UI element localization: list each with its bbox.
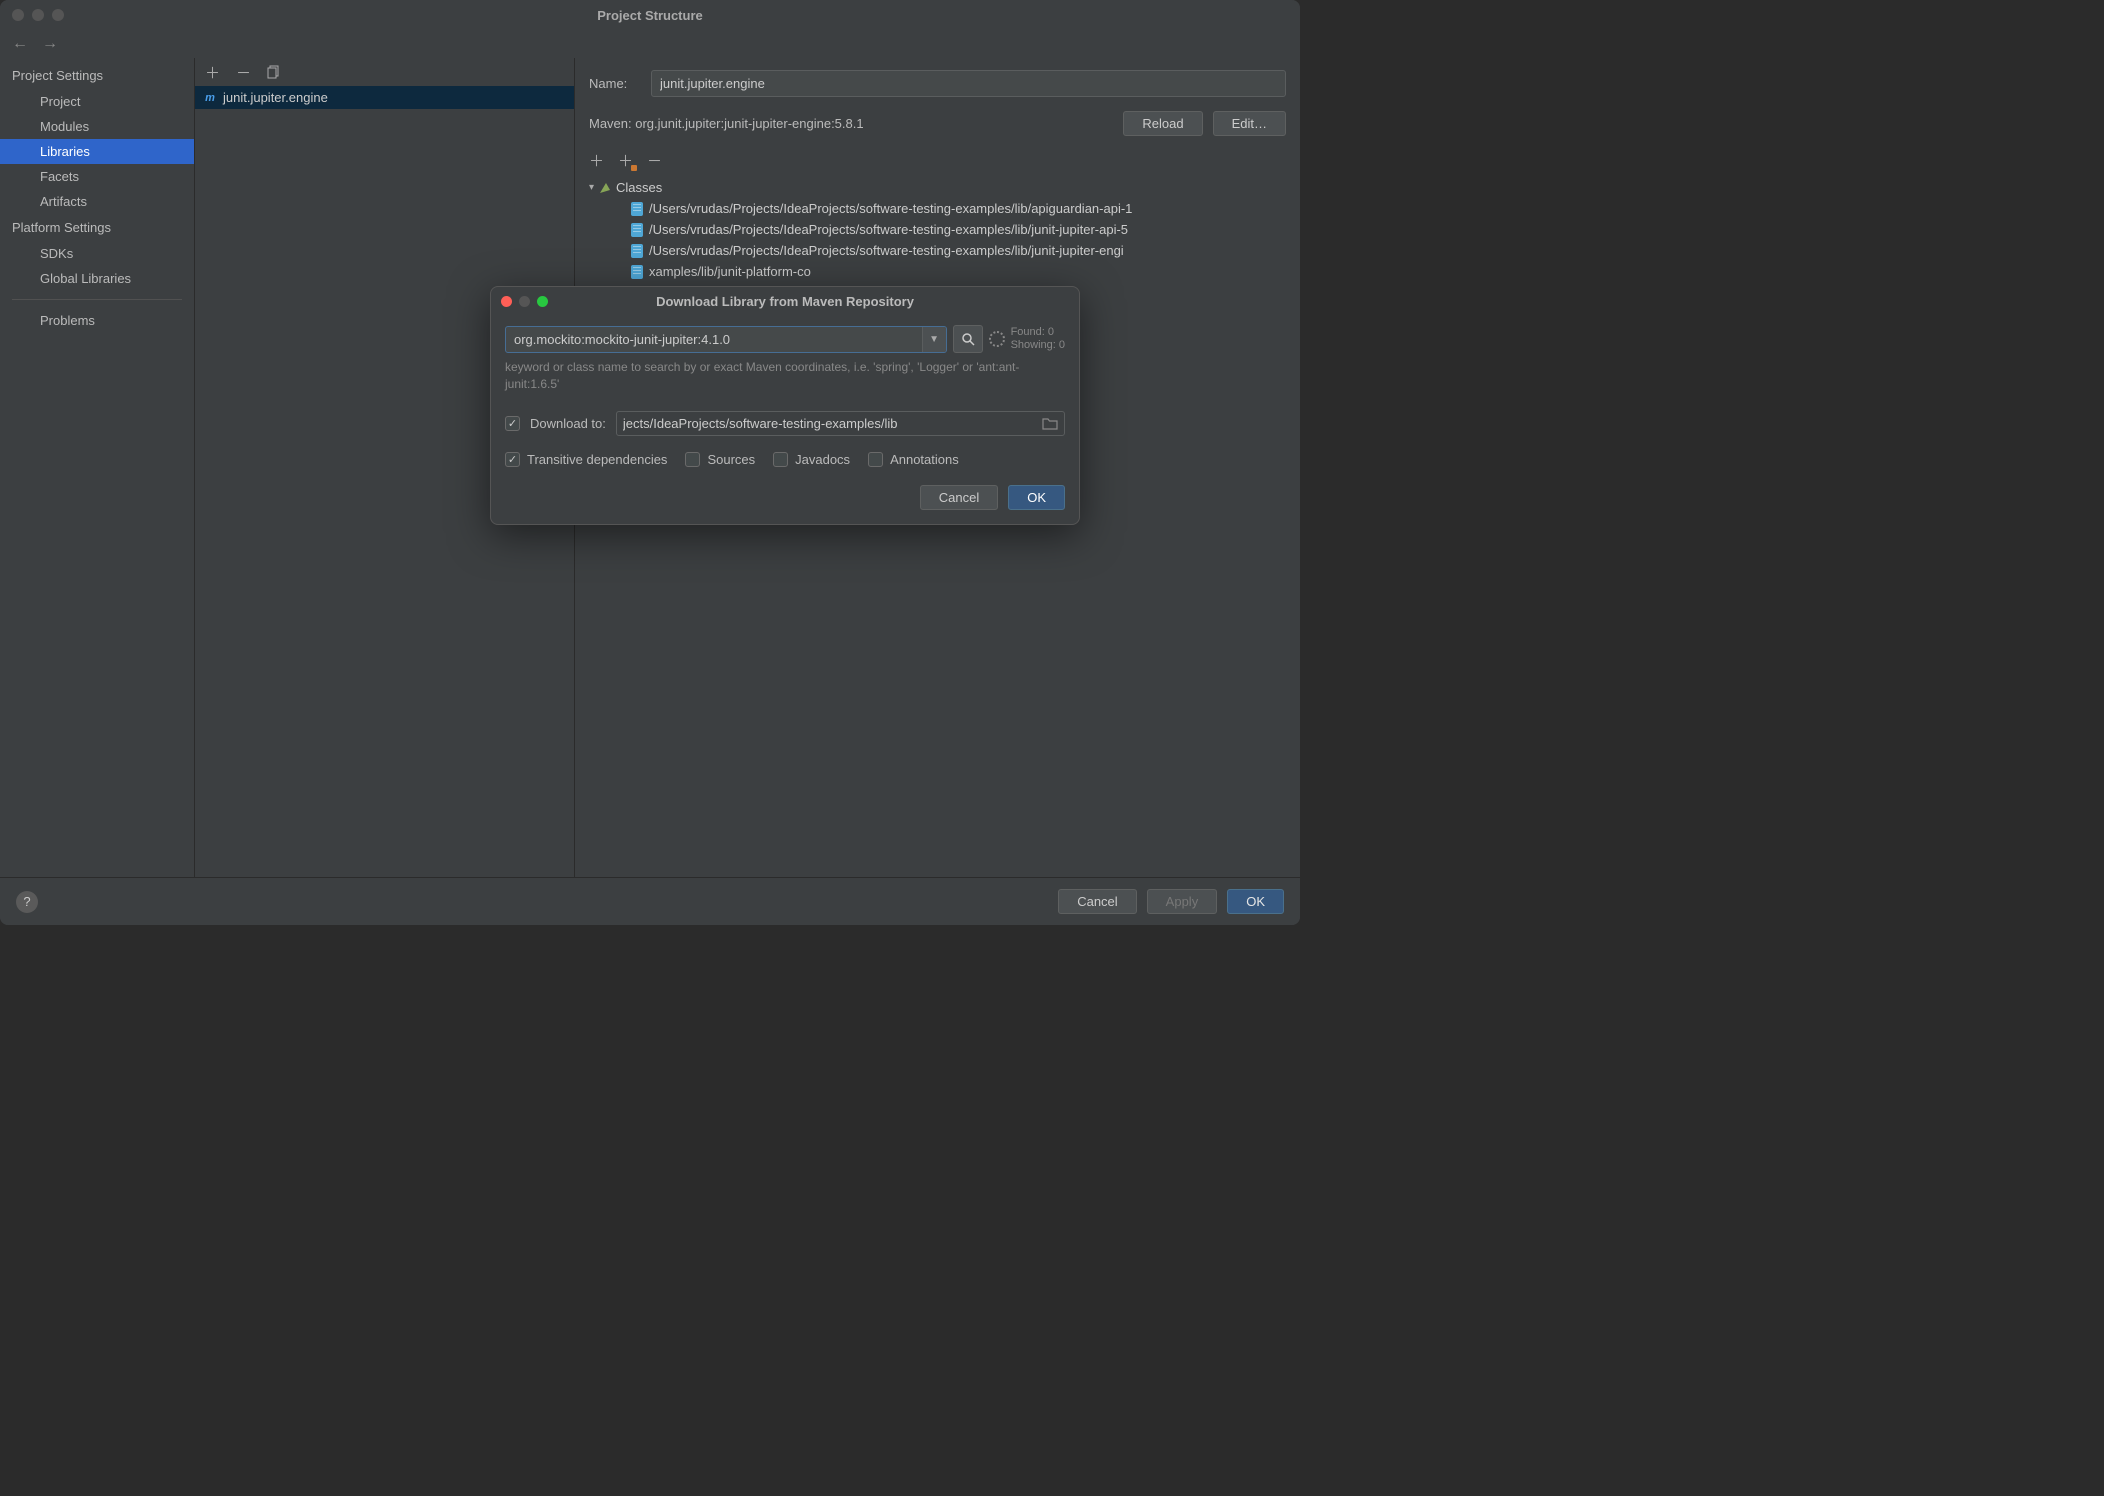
jar-path-item[interactable]: /Users/vrudas/Projects/IdeaProjects/soft… xyxy=(589,198,1286,219)
maven-coords-text: Maven: org.junit.jupiter:junit-jupiter-e… xyxy=(589,116,1113,131)
platform-settings-header: Platform Settings xyxy=(0,214,194,241)
help-icon[interactable]: ? xyxy=(16,891,38,913)
dialog-zoom-icon[interactable] xyxy=(537,296,548,307)
maven-coords-row: Maven: org.junit.jupiter:junit-jupiter-e… xyxy=(589,111,1286,136)
back-icon[interactable]: ← xyxy=(12,35,28,53)
add-root-alt-icon[interactable]: ＋ xyxy=(618,150,633,171)
dialog-body: ▼ Found: 0 Showing: 0 keyword or class n… xyxy=(491,315,1079,467)
dialog-window-controls xyxy=(501,296,548,307)
sources-group: Sources xyxy=(685,452,755,467)
classes-toolbar: ＋ ＋ － xyxy=(589,148,1286,177)
jar-icon xyxy=(631,202,643,216)
sources-label: Sources xyxy=(707,452,755,467)
sidebar-item-artifacts[interactable]: Artifacts xyxy=(0,189,194,214)
titlebar: Project Structure xyxy=(0,0,1300,30)
sidebar-item-libraries[interactable]: Libraries xyxy=(0,139,194,164)
download-to-path: jects/IdeaProjects/software-testing-exam… xyxy=(623,416,1036,431)
jar-icon xyxy=(631,265,643,279)
classes-node[interactable]: ▾ Classes xyxy=(589,177,1286,198)
jar-path-item[interactable]: /Users/vrudas/Projects/IdeaProjects/soft… xyxy=(589,219,1286,240)
dialog-titlebar: Download Library from Maven Repository xyxy=(491,287,1079,315)
name-label: Name: xyxy=(589,76,639,91)
add-root-icon[interactable]: ＋ xyxy=(589,150,604,171)
window-footer: ? Cancel Apply OK xyxy=(0,877,1300,925)
sources-checkbox[interactable] xyxy=(685,452,700,467)
name-row: Name: xyxy=(589,70,1286,97)
maven-search-input[interactable] xyxy=(506,327,922,352)
download-to-checkbox[interactable] xyxy=(505,416,520,431)
reload-button[interactable]: Reload xyxy=(1123,111,1202,136)
browse-folder-icon[interactable] xyxy=(1042,417,1058,430)
loading-spinner-icon xyxy=(989,331,1005,347)
javadocs-label: Javadocs xyxy=(795,452,850,467)
library-list-toolbar: ＋ － xyxy=(195,58,574,86)
chevron-down-icon: ▾ xyxy=(589,182,594,193)
project-settings-header: Project Settings xyxy=(0,62,194,89)
library-item-label: junit.jupiter.engine xyxy=(223,90,328,105)
sidebar-item-sdks[interactable]: SDKs xyxy=(0,241,194,266)
transitive-checkbox[interactable] xyxy=(505,452,520,467)
dialog-ok-button[interactable]: OK xyxy=(1008,485,1065,510)
dialog-footer: Cancel OK xyxy=(491,467,1079,510)
footer-apply-button[interactable]: Apply xyxy=(1147,889,1218,914)
edit-button[interactable]: Edit… xyxy=(1213,111,1286,136)
search-button[interactable] xyxy=(953,325,983,353)
transitive-label: Transitive dependencies xyxy=(527,452,667,467)
dropdown-icon[interactable]: ▼ xyxy=(922,327,946,352)
nav-toolbar: ← → xyxy=(0,30,1300,58)
search-row: ▼ Found: 0 Showing: 0 xyxy=(505,325,1065,353)
sidebar-divider xyxy=(12,299,182,300)
zoom-window-icon[interactable] xyxy=(52,9,64,21)
dialog-close-icon[interactable] xyxy=(501,296,512,307)
close-window-icon[interactable] xyxy=(12,9,24,21)
copy-library-icon[interactable] xyxy=(267,65,281,79)
library-item[interactable]: m junit.jupiter.engine xyxy=(195,86,574,109)
dialog-minimize-icon xyxy=(519,296,530,307)
sidebar-item-modules[interactable]: Modules xyxy=(0,114,194,139)
transitive-group: Transitive dependencies xyxy=(505,452,667,467)
search-hint: keyword or class name to search by or ex… xyxy=(505,359,1065,393)
download-to-field[interactable]: jects/IdeaProjects/software-testing-exam… xyxy=(616,411,1065,436)
javadocs-group: Javadocs xyxy=(773,452,850,467)
download-to-label: Download to: xyxy=(530,416,606,431)
sidebar: Project Settings Project Modules Librari… xyxy=(0,58,195,877)
footer-ok-button[interactable]: OK xyxy=(1227,889,1284,914)
annotations-group: Annotations xyxy=(868,452,959,467)
window-title: Project Structure xyxy=(597,8,702,23)
add-library-icon[interactable]: ＋ xyxy=(205,62,220,83)
found-count: Found: 0 xyxy=(1011,326,1065,339)
options-row: Transitive dependencies Sources Javadocs… xyxy=(505,452,1065,467)
jar-icon xyxy=(631,223,643,237)
minimize-window-icon[interactable] xyxy=(32,9,44,21)
maven-search-combo[interactable]: ▼ xyxy=(505,326,947,353)
footer-cancel-button[interactable]: Cancel xyxy=(1058,889,1136,914)
sidebar-item-facets[interactable]: Facets xyxy=(0,164,194,189)
sidebar-item-project[interactable]: Project xyxy=(0,89,194,114)
download-to-row: Download to: jects/IdeaProjects/software… xyxy=(505,411,1065,436)
dialog-cancel-button[interactable]: Cancel xyxy=(920,485,998,510)
javadocs-checkbox[interactable] xyxy=(773,452,788,467)
maven-icon: m xyxy=(203,91,217,105)
dialog-title: Download Library from Maven Repository xyxy=(656,294,914,309)
search-status: Found: 0 Showing: 0 xyxy=(1011,326,1065,352)
remove-library-icon[interactable]: － xyxy=(236,62,251,83)
jar-path-item[interactable]: xamples/lib/junit-platform-co xyxy=(589,261,1286,282)
sidebar-item-problems[interactable]: Problems xyxy=(0,308,194,333)
remove-root-icon[interactable]: － xyxy=(647,150,662,171)
jar-path-item[interactable]: /Users/vrudas/Projects/IdeaProjects/soft… xyxy=(589,240,1286,261)
search-icon xyxy=(961,332,975,346)
jar-icon xyxy=(631,244,643,258)
showing-count: Showing: 0 xyxy=(1011,339,1065,352)
window-controls xyxy=(12,9,64,21)
annotations-label: Annotations xyxy=(890,452,959,467)
library-name-input[interactable] xyxy=(651,70,1286,97)
download-library-dialog: Download Library from Maven Repository ▼… xyxy=(490,286,1080,525)
forward-icon[interactable]: → xyxy=(42,35,58,53)
sidebar-item-global-libraries[interactable]: Global Libraries xyxy=(0,266,194,291)
classes-folder-icon xyxy=(598,181,612,195)
footer-buttons: Cancel Apply OK xyxy=(1058,889,1284,914)
annotations-checkbox[interactable] xyxy=(868,452,883,467)
classes-label: Classes xyxy=(616,180,662,195)
